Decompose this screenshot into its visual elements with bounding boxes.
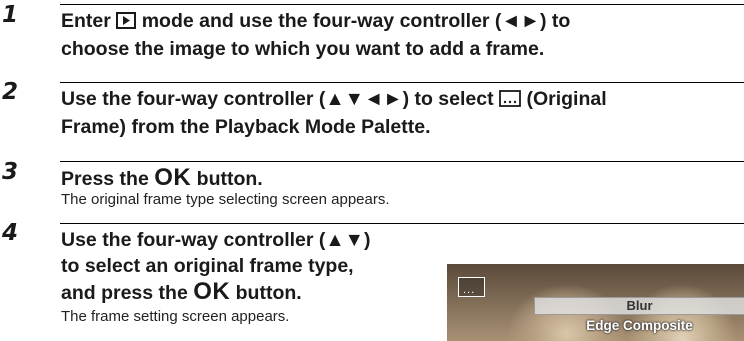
step-title-text: mode and use the four-way controller (◄►… (141, 10, 571, 32)
step-divider (60, 4, 744, 5)
step-description: The original frame type selecting screen… (61, 191, 390, 208)
frame-icon-glyph: ... (463, 284, 476, 296)
step-number: 2 (2, 79, 19, 105)
step-number: 4 (2, 220, 19, 246)
step-divider (60, 161, 744, 162)
step-title-text: button. (235, 282, 302, 304)
step-title-text: to select an original frame type, (61, 255, 354, 277)
step-number: 3 (2, 159, 19, 185)
menu-item-blur: Blur (534, 297, 744, 315)
step-number: 1 (2, 2, 19, 28)
playback-icon (116, 10, 137, 36)
ok-button-label: OK (154, 164, 192, 191)
camera-screen-preview: ... Blur Edge Composite (447, 264, 744, 341)
step-title: Use the four-way controller (▲▼) to sele… (61, 227, 441, 306)
step-divider (60, 223, 744, 224)
step-title-text: (Original (526, 88, 607, 110)
step-divider (60, 82, 744, 83)
step-description: The frame setting screen appears. (61, 308, 290, 325)
step-title-text: Use the four-way controller (▲▼◄►) to se… (61, 88, 494, 110)
step-title-text: and press the (61, 282, 188, 304)
step-title-text: button. (196, 168, 263, 190)
step-title-text: Use the four-way controller (▲▼) (61, 229, 371, 251)
step-title-text: Enter (61, 10, 111, 32)
original-frame-icon: ... (458, 277, 485, 297)
step-title-text: choose the image to which you want to ad… (61, 38, 545, 60)
original-frame-icon (499, 88, 521, 114)
ok-button-label: OK (193, 278, 231, 305)
step-title-text: Frame) from the Playback Mode Palette. (61, 116, 431, 138)
step-title: Use the four-way controller (▲▼◄►) to se… (61, 86, 607, 140)
menu-item-edge-composite: Edge Composite (586, 318, 693, 333)
step-title-text: Press the (61, 168, 149, 190)
step-title: Enter mode and use the four-way controll… (61, 8, 570, 62)
step-title: Press the OK button. (61, 165, 263, 192)
